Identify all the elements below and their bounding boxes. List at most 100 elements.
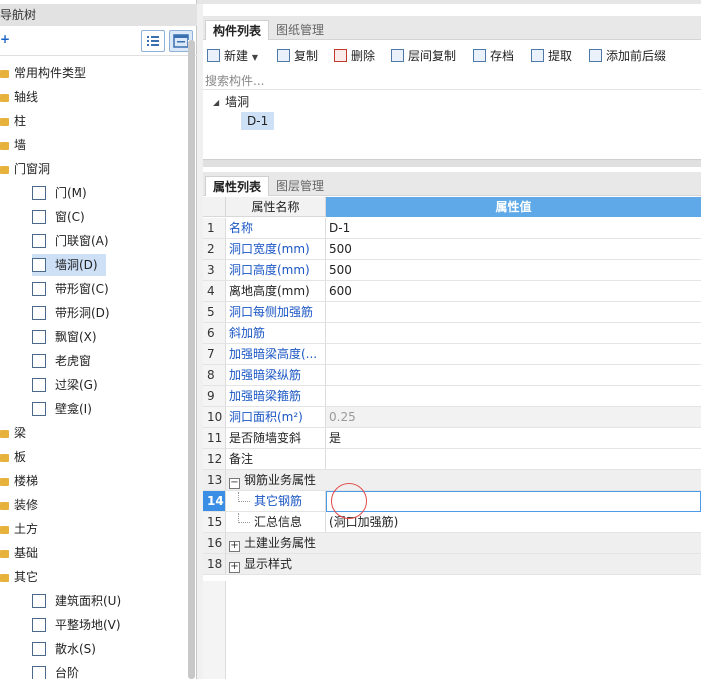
bay-window-icon (32, 330, 46, 344)
new-icon (207, 49, 220, 62)
floor-copy-button[interactable]: 层间复制 (391, 46, 456, 66)
tab-drawing-management[interactable]: 图纸管理 (269, 20, 331, 40)
nav-toolbar: + (0, 26, 197, 56)
property-row[interactable]: 10 洞口面积(m²) 0.25 (203, 407, 701, 428)
nav-item-common[interactable]: 常用构件类型 (0, 62, 86, 84)
nav-item-other[interactable]: 其它 (0, 566, 38, 588)
add-prefix-suffix-button[interactable]: 添加前后缀 (589, 46, 666, 66)
property-group-civil[interactable]: 16 + 土建业务属性 (203, 533, 701, 554)
extract-button[interactable]: 提取 (531, 46, 572, 66)
floor-copy-icon (391, 49, 404, 62)
archive-button[interactable]: 存档 (473, 46, 514, 66)
folder-icon (0, 118, 9, 126)
nav-item-bay-window[interactable]: 飘窗(X) (32, 326, 97, 348)
tab-component-list[interactable]: 构件列表 (205, 20, 270, 40)
expand-icon[interactable]: + (229, 562, 240, 573)
property-row-current[interactable]: 14 其它钢筋 (203, 491, 701, 512)
component-tabbar: 构件列表 图纸管理 (203, 16, 701, 40)
collapse-icon[interactable]: − (229, 478, 240, 489)
component-group-wall-hole[interactable]: ◢ 墙洞 (213, 93, 249, 110)
property-group-display-style[interactable]: 18 + 显示样式 (203, 554, 701, 575)
nav-item-apron[interactable]: 散水(S) (32, 638, 96, 660)
property-row[interactable]: 9 加强暗梁箍筋 (203, 386, 701, 407)
nav-item-stairs[interactable]: 楼梯 (0, 470, 38, 492)
nav-item-wall-hole[interactable]: 墙洞(D) (32, 254, 106, 276)
panel-divider[interactable] (203, 159, 701, 167)
nav-item-slab[interactable]: 板 (0, 446, 26, 468)
site-leveling-icon (32, 618, 46, 632)
nav-item-site-leveling[interactable]: 平整场地(V) (32, 614, 121, 636)
other-rebar-value-input[interactable] (326, 491, 701, 512)
property-row[interactable]: 3 洞口高度(mm) 500 (203, 260, 701, 281)
folder-icon (0, 550, 9, 558)
tree-line (238, 492, 250, 502)
nav-item-axis[interactable]: 轴线 (0, 86, 38, 108)
expand-icon[interactable]: + (229, 541, 240, 552)
folder-icon (0, 454, 9, 462)
delete-icon (334, 49, 347, 62)
component-toolbar: 新建 ▼ 复制 删除 层间复制 存档 提取 添加前后缀 (203, 42, 701, 70)
nav-item-dormer[interactable]: 老虎窗 (32, 350, 91, 372)
property-row[interactable]: 15 汇总信息 (洞口加强筋) (203, 512, 701, 533)
property-row[interactable]: 2 洞口宽度(mm) 500 (203, 239, 701, 260)
folder-icon (0, 526, 9, 534)
property-row[interactable]: 1 名称 D-1 (203, 218, 701, 239)
nav-item-window[interactable]: 窗(C) (32, 206, 85, 228)
property-row[interactable]: 11 是否随墙变斜 是 (203, 428, 701, 449)
folder-icon (0, 142, 9, 150)
property-row[interactable]: 7 加强暗梁高度(... (203, 344, 701, 365)
lintel-icon (32, 378, 46, 392)
grid-number-column-empty (203, 581, 226, 679)
nav-scrollbar[interactable] (188, 40, 195, 679)
property-row[interactable]: 4 离地高度(mm) 600 (203, 281, 701, 302)
folder-open-icon (0, 166, 9, 174)
grid-header-number (203, 197, 226, 217)
nav-item-strip-hole[interactable]: 带形洞(D) (32, 302, 110, 324)
list-view-button[interactable] (141, 30, 165, 52)
list-view-icon (147, 36, 159, 46)
nav-item-steps[interactable]: 台阶 (32, 662, 79, 679)
nav-item-wall[interactable]: 墙 (0, 134, 26, 156)
folder-icon (0, 478, 9, 486)
component-search-input[interactable]: 搜索构件... (203, 72, 701, 90)
wall-hole-icon (32, 258, 46, 272)
right-area: 构件列表 图纸管理 新建 ▼ 复制 删除 层间复制 存档 提取 添加前后缀 搜索… (203, 4, 701, 679)
new-button[interactable]: 新建 ▼ (207, 46, 258, 66)
nav-item-door[interactable]: 门(M) (32, 182, 87, 204)
folder-icon (0, 70, 9, 78)
nav-item-beam[interactable]: 梁 (0, 422, 26, 444)
copy-button[interactable]: 复制 (277, 46, 318, 66)
nav-item-door-window-combo[interactable]: 门联窗(A) (32, 230, 109, 252)
extract-icon (531, 49, 544, 62)
steps-icon (32, 666, 46, 679)
grid-header-value: 属性值 (326, 197, 701, 217)
nav-scrollbar-thumb[interactable] (188, 40, 195, 679)
property-group-rebar[interactable]: 13 − 钢筋业务属性 (203, 470, 701, 491)
click-indicator-circle (331, 483, 367, 519)
delete-button[interactable]: 删除 (334, 46, 375, 66)
nav-item-foundation[interactable]: 基础 (0, 542, 38, 564)
component-item-d1[interactable]: D-1 (241, 112, 275, 130)
nav-item-earthwork[interactable]: 土方 (0, 518, 38, 540)
property-row[interactable]: 12 备注 (203, 449, 701, 470)
property-tabbar: 属性列表 图层管理 (203, 172, 701, 196)
nav-item-door-window[interactable]: 门窗洞 (0, 158, 50, 180)
add-prefix-suffix-icon (589, 49, 602, 62)
nav-item-lintel[interactable]: 过梁(G) (32, 374, 98, 396)
tab-property-list[interactable]: 属性列表 (205, 176, 270, 196)
folder-icon (0, 502, 9, 510)
strip-hole-icon (32, 306, 46, 320)
nav-title: 导航树 (0, 4, 197, 26)
nav-item-strip-window[interactable]: 带形窗(C) (32, 278, 109, 300)
copy-icon (277, 49, 290, 62)
property-row[interactable]: 8 加强暗梁纵筋 (203, 365, 701, 386)
add-icon[interactable]: + (0, 32, 10, 46)
nav-item-building-area[interactable]: 建筑面积(U) (32, 590, 121, 612)
tab-layer-management[interactable]: 图层管理 (269, 176, 331, 196)
nav-item-niche[interactable]: 壁龛(I) (32, 398, 92, 420)
grid-header-name: 属性名称 (226, 197, 326, 217)
nav-item-decoration[interactable]: 装修 (0, 494, 38, 516)
property-row[interactable]: 5 洞口每侧加强筋 (203, 302, 701, 323)
nav-item-column[interactable]: 柱 (0, 110, 26, 132)
property-row[interactable]: 6 斜加筋 (203, 323, 701, 344)
